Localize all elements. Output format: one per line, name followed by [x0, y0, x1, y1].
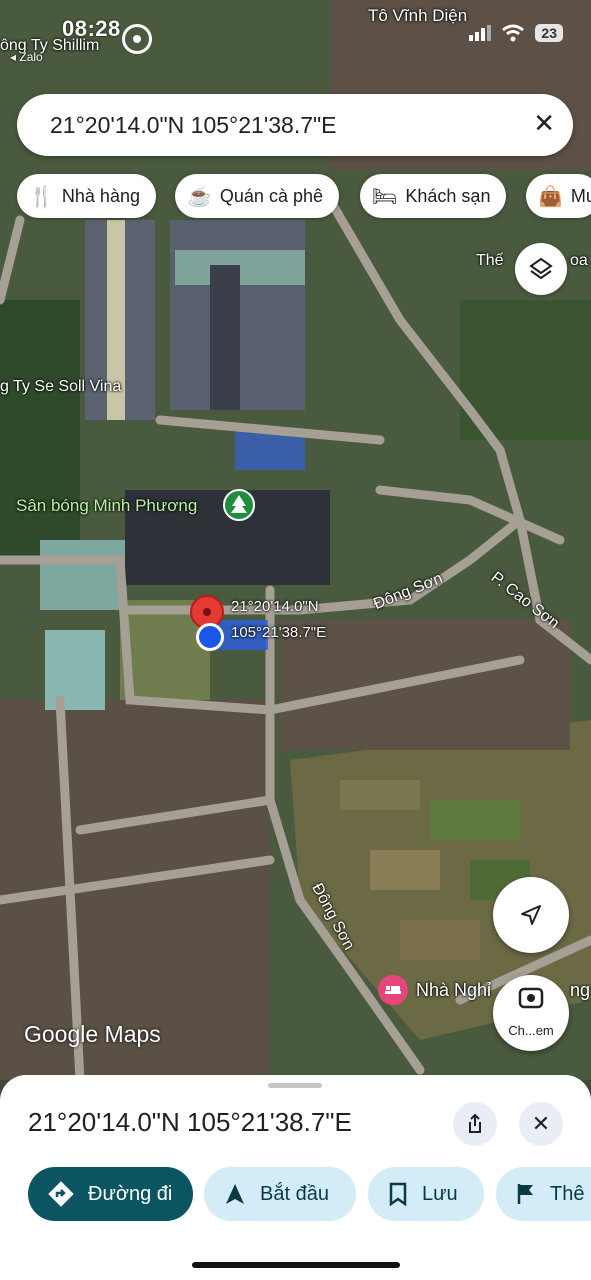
bookmark-icon: [389, 1182, 407, 1206]
current-location-icon: [196, 623, 224, 651]
pin-latitude: 21°20'14.0"N: [231, 598, 319, 615]
status-time: 08:28: [62, 16, 121, 41]
label-se-soll-vina: g Ty Se Soll Vina: [0, 378, 122, 395]
lodging-icon[interactable]: [378, 975, 408, 1005]
label-the: Thế: [476, 252, 504, 269]
back-to-app[interactable]: ◂ Zalo: [10, 50, 43, 64]
label-hoa: oa: [570, 252, 588, 269]
search-bar[interactable]: 21°20'14.0"N 105°21'38.7"E ✕: [17, 94, 573, 156]
layers-icon: [529, 257, 553, 280]
coffee-icon: ☕: [187, 185, 212, 208]
sheet-drag-handle[interactable]: [268, 1083, 322, 1088]
home-indicator[interactable]: [192, 1262, 400, 1268]
battery-level: 23: [535, 24, 563, 42]
chip-cafes[interactable]: ☕ Quán cà phê: [175, 174, 339, 218]
hotel-icon: 🛏: [372, 185, 398, 208]
navigation-button[interactable]: [493, 877, 569, 953]
start-label: Bắt đầu: [260, 1182, 329, 1205]
chip-shopping[interactable]: 👜 Mu: [526, 174, 591, 218]
lens-button[interactable]: Ch...em: [493, 975, 569, 1051]
pin-longitude: 105°21'38.7"E: [231, 624, 327, 641]
chip-label: Mu: [570, 185, 591, 206]
lens-label: Ch...em: [508, 1023, 554, 1038]
start-button[interactable]: Bắt đầu: [204, 1167, 356, 1221]
chip-label: Khách sạn: [405, 185, 491, 206]
directions-label: Đường đi: [88, 1182, 173, 1205]
more-label: Thê: [550, 1182, 585, 1205]
close-icon: ✕: [531, 1111, 551, 1136]
layers-button[interactable]: [515, 243, 567, 295]
signal-icon: [469, 25, 492, 41]
chip-hotels[interactable]: 🛏 Khách sạn: [360, 174, 507, 218]
label-nha-nghi[interactable]: Nhà Nghỉ: [416, 980, 491, 1001]
clear-search-close-icon[interactable]: ✕: [533, 108, 555, 139]
place-title: 21°20'14.0"N 105°21'38.7"E: [28, 1107, 352, 1137]
shopping-bag-icon: 👜: [538, 185, 563, 208]
navigation-arrow-icon: [521, 905, 541, 925]
camera-icon: [518, 987, 544, 1009]
close-sheet-button[interactable]: ✕: [519, 1102, 563, 1146]
save-label: Lưu: [422, 1182, 458, 1205]
navigation-start-icon: [226, 1184, 244, 1204]
wifi-icon: [502, 24, 525, 42]
search-input[interactable]: 21°20'14.0"N 105°21'38.7"E: [50, 112, 337, 139]
label-nha-nghi-tail: ng: [570, 980, 591, 1000]
chip-label: Nhà hàng: [61, 185, 140, 206]
google-maps-attribution: Google Maps: [24, 1021, 161, 1047]
directions-icon: [48, 1181, 74, 1207]
directions-button[interactable]: Đường đi: [28, 1167, 193, 1221]
save-button[interactable]: Lưu: [368, 1167, 484, 1221]
location-status-icon: [122, 24, 152, 54]
label-san-bong[interactable]: Sân bóng Minh Phương: [16, 496, 197, 516]
more-button[interactable]: Thê: [496, 1167, 591, 1221]
chip-label: Quán cà phê: [219, 185, 323, 206]
park-icon[interactable]: [223, 489, 255, 521]
chip-restaurants[interactable]: 🍴 Nhà hàng: [17, 174, 156, 218]
share-icon: [469, 1113, 481, 1133]
status-bar: 08:28 ◂ Zalo 23: [0, 10, 591, 64]
bottom-sheet[interactable]: 21°20'14.0"N 105°21'38.7"E ✕ Đường đi Bắ…: [0, 1075, 591, 1280]
share-button[interactable]: [453, 1102, 497, 1146]
flag-icon: [517, 1184, 533, 1204]
restaurant-icon: 🍴: [29, 185, 54, 208]
